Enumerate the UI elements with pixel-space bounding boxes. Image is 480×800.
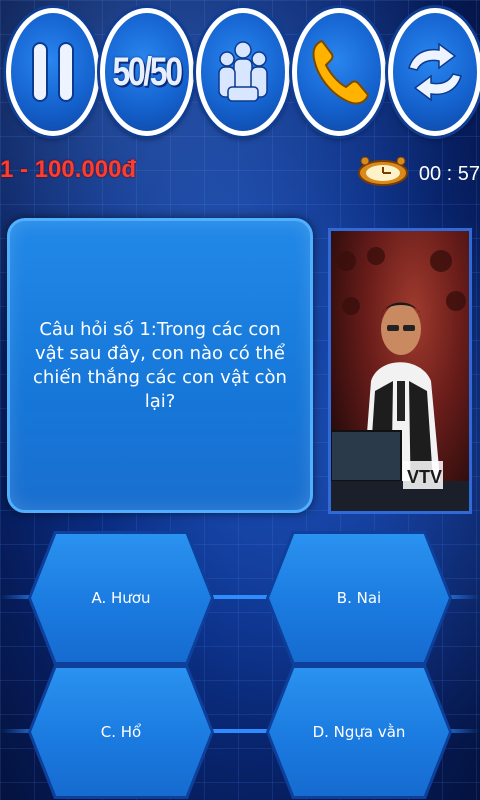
- fifty-fifty-label: 50/50: [112, 49, 183, 94]
- switch-question-button[interactable]: [388, 8, 480, 136]
- host-illustration: VTV: [331, 247, 469, 511]
- pause-button[interactable]: [6, 8, 100, 136]
- answer-d-label: D. Ngựa vằn: [312, 723, 406, 741]
- lifeline-bar: 50/50: [0, 6, 480, 136]
- ask-audience-button[interactable]: [196, 8, 290, 136]
- pause-icon: [31, 41, 75, 103]
- answer-d-button[interactable]: D. Ngựa vằn: [269, 668, 449, 796]
- answer-b-label: B. Nai: [336, 589, 382, 607]
- answer-a-button[interactable]: A. Hươu: [31, 534, 211, 662]
- timer-text: 00 : 57: [418, 162, 480, 185]
- phone-icon: [308, 37, 370, 107]
- switch-question-icon: [403, 42, 467, 102]
- audience-icon: [212, 39, 274, 105]
- timer: 00 : 57: [357, 156, 480, 191]
- answer-c-label: C. Hổ: [100, 723, 142, 741]
- phone-a-friend-button[interactable]: [292, 8, 386, 136]
- answer-a-label: A. Hươu: [91, 589, 151, 607]
- host-image: VTV: [328, 228, 472, 514]
- alarm-clock-icon: [357, 156, 409, 191]
- answer-b-button[interactable]: B. Nai: [269, 534, 449, 662]
- vtv-watermark: VTV: [407, 467, 442, 487]
- question-panel: Câu hỏi số 1:Trong các con vật sau đây, …: [7, 218, 313, 513]
- answer-c-button[interactable]: C. Hổ: [31, 668, 211, 796]
- question-text: Câu hỏi số 1:Trong các con vật sau đây, …: [33, 318, 287, 412]
- fifty-fifty-button[interactable]: 50/50: [100, 8, 194, 136]
- prize-label: 1 - 100.000đ: [0, 156, 137, 183]
